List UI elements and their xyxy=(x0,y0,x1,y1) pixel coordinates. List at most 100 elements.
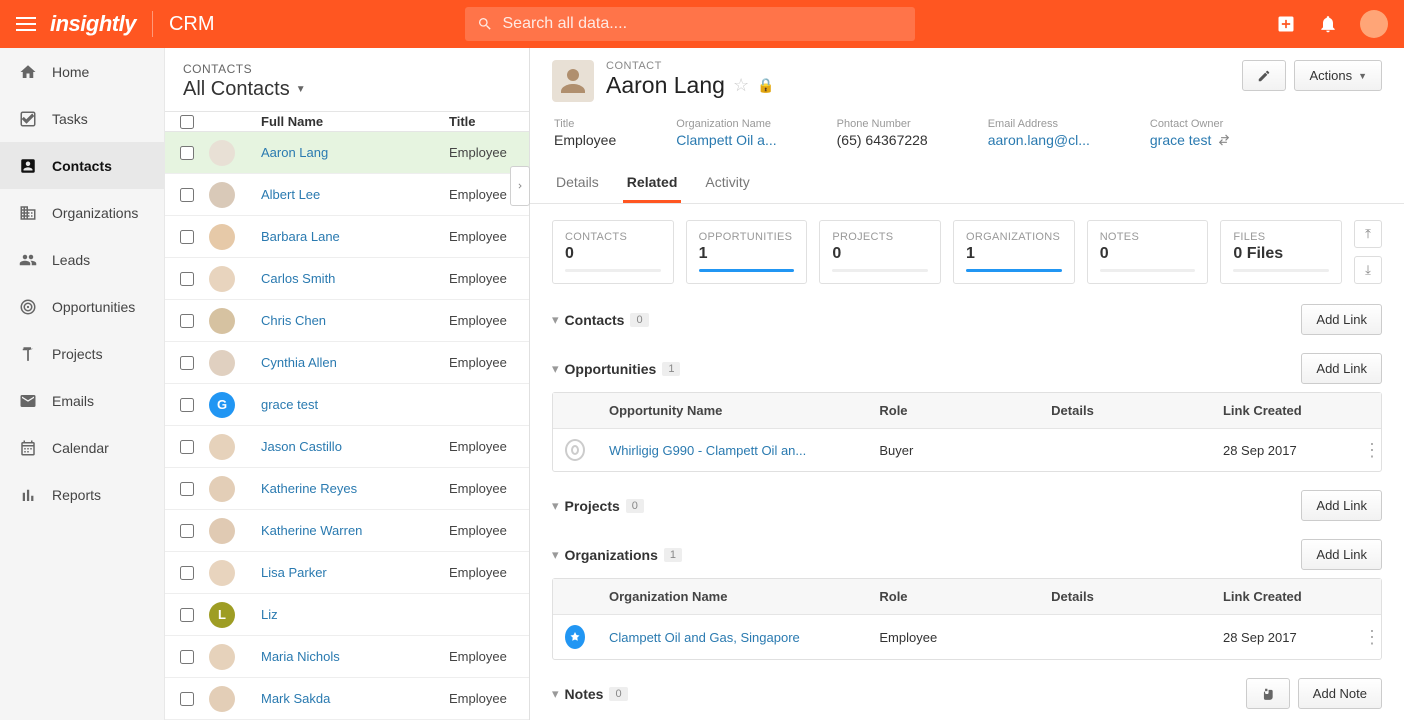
chevron-down-icon[interactable]: ▾ xyxy=(552,312,559,328)
contact-name-link[interactable]: Maria Nichols xyxy=(261,649,340,664)
table-row[interactable]: Katherine WarrenEmployee xyxy=(165,510,529,552)
col-header-name[interactable]: Full Name xyxy=(249,114,449,129)
table-row: Whirligig G990 - Clampett Oil an... Buye… xyxy=(553,429,1381,471)
opp-name-link[interactable]: Whirligig G990 - Clampett Oil an... xyxy=(609,443,806,458)
row-checkbox[interactable] xyxy=(180,692,194,706)
nav-organizations[interactable]: Organizations xyxy=(0,189,164,236)
stat-opportunities[interactable]: OPPORTUNITIES1 xyxy=(686,220,808,284)
user-avatar-icon[interactable] xyxy=(1360,10,1388,38)
row-checkbox[interactable] xyxy=(180,524,194,538)
search-box[interactable] xyxy=(465,7,915,41)
chevron-down-icon[interactable]: ▾ xyxy=(552,547,559,563)
row-checkbox[interactable] xyxy=(180,146,194,160)
add-icon[interactable] xyxy=(1276,14,1296,34)
stat-projects[interactable]: PROJECTS0 xyxy=(819,220,941,284)
table-row[interactable]: Carlos SmithEmployee xyxy=(165,258,529,300)
stat-organizations[interactable]: ORGANIZATIONS1 xyxy=(953,220,1075,284)
contact-name-link[interactable]: Carlos Smith xyxy=(261,271,335,286)
stat-files[interactable]: FILES0 Files xyxy=(1220,220,1342,284)
contact-name-link[interactable]: Lisa Parker xyxy=(261,565,327,580)
add-link-button[interactable]: Add Link xyxy=(1301,304,1382,335)
table-row[interactable]: Lisa ParkerEmployee xyxy=(165,552,529,594)
row-checkbox[interactable] xyxy=(180,314,194,328)
field-value-link[interactable]: grace test xyxy=(1150,132,1231,148)
row-checkbox[interactable] xyxy=(180,230,194,244)
select-all-checkbox[interactable] xyxy=(180,115,194,129)
add-link-button[interactable]: Add Link xyxy=(1301,353,1382,384)
nav-emails[interactable]: Emails xyxy=(0,377,164,424)
contact-name-link[interactable]: Barbara Lane xyxy=(261,229,340,244)
count-badge: 0 xyxy=(626,499,644,513)
row-checkbox[interactable] xyxy=(180,356,194,370)
nav-reports[interactable]: Reports xyxy=(0,471,164,518)
add-note-button[interactable]: Add Note xyxy=(1298,678,1382,709)
row-checkbox[interactable] xyxy=(180,608,194,622)
collapse-handle[interactable] xyxy=(510,166,530,206)
contact-name-link[interactable]: Katherine Reyes xyxy=(261,481,357,496)
contact-name-link[interactable]: Mark Sakda xyxy=(261,691,330,706)
row-checkbox[interactable] xyxy=(180,272,194,286)
table-row[interactable]: Maria NicholsEmployee xyxy=(165,636,529,678)
nav-calendar[interactable]: Calendar xyxy=(0,424,164,471)
contact-name-link[interactable]: Chris Chen xyxy=(261,313,326,328)
table-row[interactable]: Chris ChenEmployee xyxy=(165,300,529,342)
tab-activity[interactable]: Activity xyxy=(701,166,753,203)
nav-leads[interactable]: Leads xyxy=(0,236,164,283)
nav-tasks[interactable]: Tasks xyxy=(0,95,164,142)
row-checkbox[interactable] xyxy=(180,440,194,454)
stat-contacts[interactable]: CONTACTS0 xyxy=(552,220,674,284)
contact-name-link[interactable]: Katherine Warren xyxy=(261,523,362,538)
col-header-title[interactable]: Title xyxy=(449,114,529,129)
chevron-down-icon[interactable]: ▾ xyxy=(552,498,559,514)
contact-name-link[interactable]: Jason Castillo xyxy=(261,439,342,454)
field-value-link[interactable]: Clampett Oil a... xyxy=(676,132,776,148)
contact-name-link[interactable]: grace test xyxy=(261,397,318,412)
row-checkbox[interactable] xyxy=(180,566,194,580)
contact-name-link[interactable]: Liz xyxy=(261,607,278,622)
tab-related[interactable]: Related xyxy=(623,166,682,203)
contact-title: Employee xyxy=(449,145,529,160)
chevron-down-icon[interactable]: ▾ xyxy=(552,361,559,377)
edit-button[interactable] xyxy=(1242,60,1286,91)
section-contacts: ▾ Contacts 0 Add Link xyxy=(552,304,1382,335)
star-icon[interactable]: ☆ xyxy=(733,75,749,96)
contact-name-link[interactable]: Cynthia Allen xyxy=(261,355,337,370)
nav-opportunities[interactable]: Opportunities xyxy=(0,283,164,330)
field-value-link[interactable]: aaron.lang@cl... xyxy=(988,132,1090,148)
contact-name-link[interactable]: Albert Lee xyxy=(261,187,320,202)
expand-all-button[interactable]: ⤓ xyxy=(1354,256,1382,284)
contact-name-link[interactable]: Aaron Lang xyxy=(261,145,328,160)
table-row[interactable]: Aaron Lang Employee xyxy=(165,132,529,174)
chevron-down-icon[interactable]: ▾ xyxy=(552,686,559,702)
table-row[interactable]: Katherine ReyesEmployee xyxy=(165,468,529,510)
nav-label: Reports xyxy=(52,487,101,503)
row-checkbox[interactable] xyxy=(180,650,194,664)
table-row[interactable]: Albert LeeEmployee xyxy=(165,174,529,216)
nav-projects[interactable]: Projects xyxy=(0,330,164,377)
row-menu-icon[interactable]: ⋮ xyxy=(1351,430,1381,471)
table-row[interactable]: Ggrace test xyxy=(165,384,529,426)
row-menu-icon[interactable]: ⋮ xyxy=(1351,617,1381,658)
collapse-all-button[interactable]: ⤒ xyxy=(1354,220,1382,248)
row-checkbox[interactable] xyxy=(180,482,194,496)
table-row[interactable]: Mark SakdaEmployee xyxy=(165,678,529,720)
tab-details[interactable]: Details xyxy=(552,166,603,203)
add-link-button[interactable]: Add Link xyxy=(1301,539,1382,570)
list-title-dropdown[interactable]: All Contacts▼ xyxy=(183,78,511,101)
add-link-button[interactable]: Add Link xyxy=(1301,490,1382,521)
table-row[interactable]: Cynthia AllenEmployee xyxy=(165,342,529,384)
evernote-button[interactable] xyxy=(1246,678,1290,709)
org-name-link[interactable]: Clampett Oil and Gas, Singapore xyxy=(609,630,800,645)
nav-home[interactable]: Home xyxy=(0,48,164,95)
actions-button[interactable]: Actions▼ xyxy=(1294,60,1382,91)
row-checkbox[interactable] xyxy=(180,398,194,412)
table-row[interactable]: Jason CastilloEmployee xyxy=(165,426,529,468)
hamburger-icon[interactable] xyxy=(16,14,36,34)
table-row[interactable]: LLiz xyxy=(165,594,529,636)
search-input[interactable] xyxy=(503,15,903,33)
row-checkbox[interactable] xyxy=(180,188,194,202)
nav-contacts[interactable]: Contacts xyxy=(0,142,164,189)
stat-notes[interactable]: NOTES0 xyxy=(1087,220,1209,284)
bell-icon[interactable] xyxy=(1318,14,1338,34)
table-row[interactable]: Barbara LaneEmployee xyxy=(165,216,529,258)
